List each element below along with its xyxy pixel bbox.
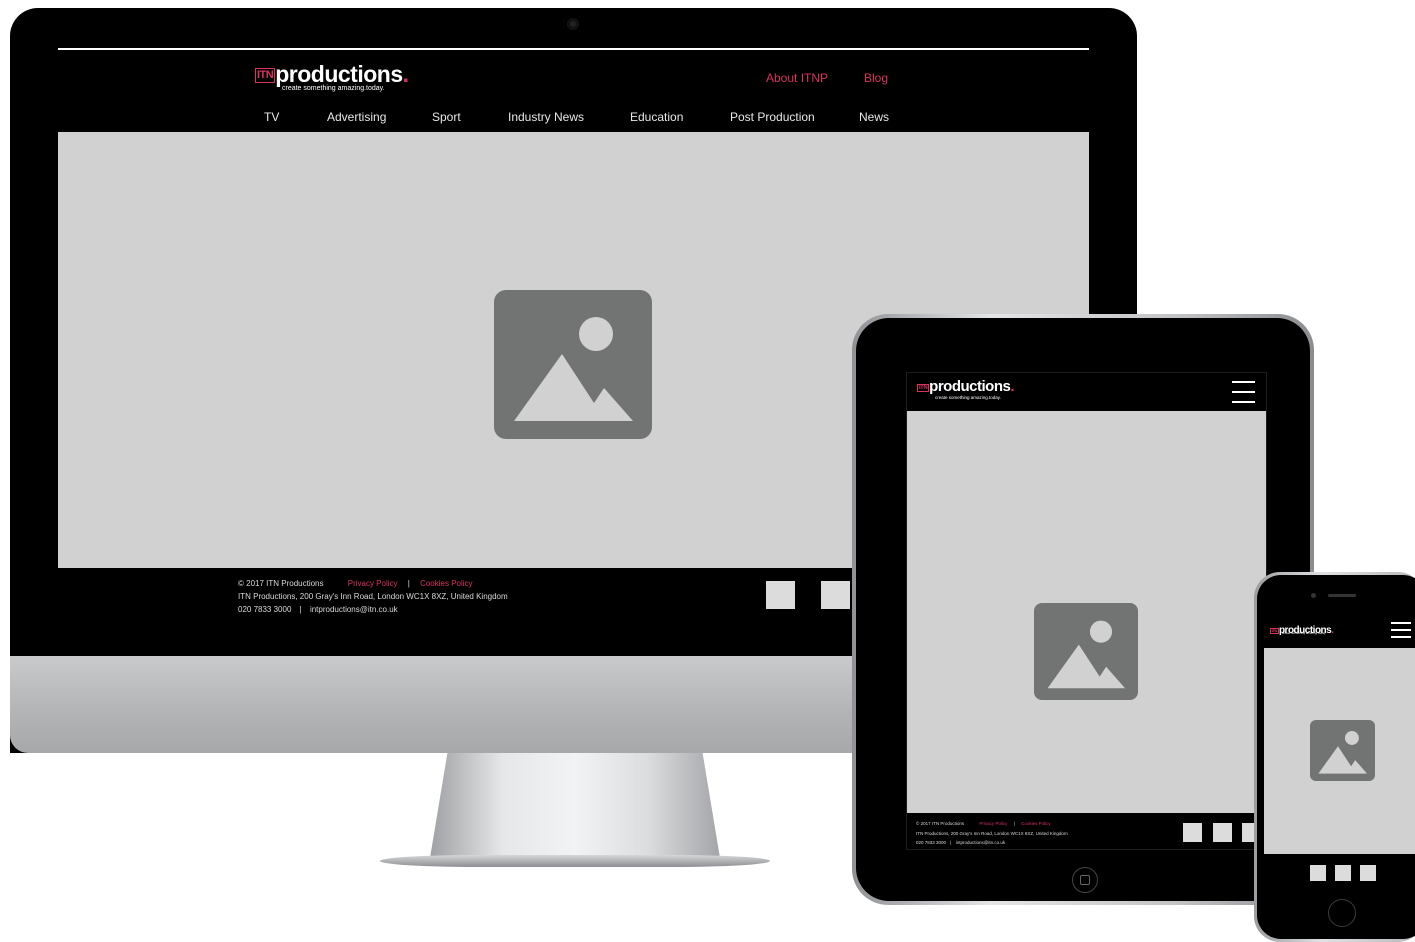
site-logo[interactable]: ITNproductions. create something amazing…	[255, 61, 410, 92]
footer-phone: 020 7833 3000	[238, 605, 292, 614]
mobile-hero-area	[1264, 648, 1415, 854]
tablet-footer: © 2017 ITN Productions Privacy Policy | …	[916, 819, 1068, 848]
site-footer: © 2017 ITN Productions Privacy Policy | …	[238, 577, 508, 616]
tablet-logo-itn-box: ITN	[917, 384, 930, 392]
footer-cookies-link[interactable]: Cookies Policy	[420, 579, 472, 588]
social-icon-1[interactable]	[766, 581, 795, 609]
footer-address: ITN Productions, 200 Gray's Inn Road, Lo…	[238, 592, 508, 601]
footer-separator-2: |	[299, 605, 302, 614]
nav-post-production[interactable]: Post Production	[730, 110, 815, 124]
tablet-footer-separator-2: |	[950, 840, 952, 845]
nav-sport[interactable]: Sport	[432, 110, 461, 124]
tablet-footer-privacy[interactable]: Privacy Policy	[979, 821, 1007, 826]
mobile-logo-dot: .	[1331, 625, 1335, 636]
tablet-footer-phone: 020 7833 3000	[916, 840, 947, 845]
top-link-about[interactable]: About ITNP	[766, 71, 828, 85]
tablet-footer-address: ITN Productions, 200 Gray's Inn Road, Lo…	[916, 830, 1068, 836]
mobile-image-placeholder-icon	[1310, 720, 1375, 781]
mobile-logo-itn-box: ITN	[1270, 628, 1279, 634]
mobile-hamburger-menu-icon[interactable]	[1391, 622, 1411, 638]
tablet-social-icon-1[interactable]	[1183, 823, 1202, 842]
tablet-footer-copyright: © 2017 ITN Productions	[916, 821, 965, 826]
mobile-logo-tagline: create something amazing.today.	[1282, 631, 1326, 635]
iphone-camera	[1311, 593, 1316, 598]
top-link-blog[interactable]: Blog	[864, 71, 888, 85]
mobile-social-icon-2[interactable]	[1335, 865, 1351, 881]
tablet-footer-email[interactable]: intproductions@itn.co.uk	[956, 840, 1005, 845]
tablet-logo-tagline: create something amazing.today.	[935, 395, 1001, 400]
logo-itn-box: ITN	[255, 68, 276, 83]
mobile-logo[interactable]: ITN productions. create something amazing…	[1270, 620, 1334, 638]
nav-advertising[interactable]: Advertising	[327, 110, 386, 124]
mobile-screen: ITN productions. create something amazing…	[1264, 610, 1415, 900]
mobile-social-icon-1[interactable]	[1310, 865, 1326, 881]
tablet-screen: ITN productions. create something amazing…	[906, 372, 1267, 850]
logo-wordmark: productions	[275, 61, 403, 87]
nav-news[interactable]: News	[859, 110, 889, 124]
nav-tv[interactable]: TV	[264, 110, 279, 124]
hamburger-menu-icon[interactable]	[1232, 381, 1255, 403]
footer-copyright: © 2017 ITN Productions	[238, 579, 324, 588]
footer-privacy-link[interactable]: Privacy Policy	[348, 579, 398, 588]
imac-stand	[430, 753, 720, 858]
nav-education[interactable]: Education	[630, 110, 683, 124]
tablet-logo[interactable]: ITN productions. create something amazing…	[917, 378, 1015, 400]
tablet-hero-area	[907, 411, 1266, 813]
tablet-logo-dot: .	[1010, 378, 1015, 395]
logo-dot: .	[402, 61, 410, 87]
image-placeholder-icon	[494, 290, 652, 439]
imac-camera	[567, 18, 579, 30]
mobile-social-icon-3[interactable]	[1360, 865, 1376, 881]
footer-separator: |	[407, 579, 410, 588]
iphone-speaker	[1328, 594, 1356, 597]
iphone-home-button	[1328, 899, 1356, 927]
tablet-footer-separator: |	[1013, 821, 1015, 826]
social-icon-2[interactable]	[821, 581, 850, 609]
tablet-social-icon-2[interactable]	[1213, 823, 1232, 842]
tablet-footer-cookies[interactable]: Cookies Policy	[1021, 821, 1051, 826]
ipad-home-button	[1072, 867, 1098, 893]
tablet-image-placeholder-icon	[1034, 603, 1138, 700]
imac-base	[380, 855, 770, 867]
nav-industry-news[interactable]: Industry News	[508, 110, 584, 124]
footer-email-link[interactable]: intproductions@itn.co.uk	[310, 605, 398, 614]
tablet-logo-wordmark: productions	[929, 378, 1011, 395]
logo-tagline: create something amazing.today.	[282, 85, 385, 92]
